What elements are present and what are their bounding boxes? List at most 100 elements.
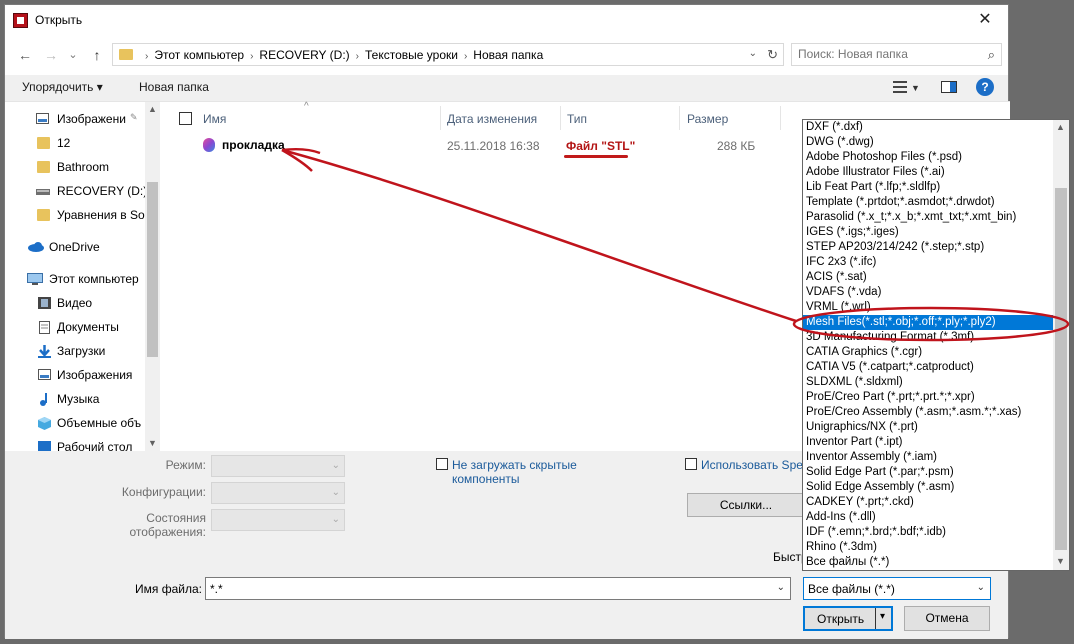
breadcrumb-item[interactable]: Этот компьютер xyxy=(154,48,244,62)
file-type-option[interactable]: Mesh Files(*.stl;*.obj;*.off;*.ply;*.ply… xyxy=(803,315,1053,330)
scrollbar-thumb[interactable] xyxy=(1055,188,1067,550)
references-button[interactable]: Ссылки... xyxy=(687,493,805,517)
sidebar-item-label: Уравнения в Sol xyxy=(57,208,148,222)
file-type-option[interactable]: Inventor Part (*.ipt) xyxy=(803,435,1053,450)
file-type-option[interactable]: CATIA Graphics (*.cgr) xyxy=(803,345,1053,360)
file-type-option[interactable]: Adobe Photoshop Files (*.psd) xyxy=(803,150,1053,165)
sidebar-item-12[interactable]: 12 xyxy=(5,132,145,154)
use-speedpak-option[interactable]: Использовать Spec xyxy=(685,458,805,472)
search-input[interactable] xyxy=(798,47,978,61)
sort-ascending-icon: ^ xyxy=(304,101,309,112)
chevron-down-icon[interactable]: ⌄ xyxy=(777,582,785,593)
file-type-option[interactable]: ProE/Creo Part (*.prt;*.prt.*;*.xpr) xyxy=(803,390,1053,405)
file-type-option[interactable]: Template (*.prtdot;*.asmdot;*.drwdot) xyxy=(803,195,1053,210)
open-options-dropdown-icon[interactable]: ▾ xyxy=(880,611,885,622)
column-header-type[interactable]: Тип xyxy=(567,112,587,126)
scroll-down-icon[interactable]: ▼ xyxy=(148,438,157,448)
column-divider[interactable] xyxy=(440,106,441,130)
file-type-option[interactable]: ACIS (*.sat) xyxy=(803,270,1053,285)
configurations-label: Конфигурации: xyxy=(121,485,206,499)
scroll-up-icon[interactable]: ▲ xyxy=(1056,122,1065,132)
file-type-option[interactable]: CADKEY (*.prt;*.ckd) xyxy=(803,495,1053,510)
scroll-down-icon[interactable]: ▼ xyxy=(1056,556,1065,566)
help-icon[interactable]: ? xyxy=(976,78,994,96)
sidebar-item-onedrive[interactable]: OneDrive xyxy=(5,236,145,258)
chevron-down-icon[interactable]: ⌄ xyxy=(977,582,985,593)
up-arrow-icon[interactable]: ↑ xyxy=(87,45,107,65)
sidebar-scrollbar[interactable]: ▲ ▼ xyxy=(145,102,160,451)
no-hidden-components-checkbox[interactable] xyxy=(436,458,448,470)
column-divider[interactable] xyxy=(679,106,680,130)
file-type-option[interactable]: VRML (*.wrl) xyxy=(803,300,1053,315)
file-type-option[interactable]: CATIA V5 (*.catpart;*.catproduct) xyxy=(803,360,1053,375)
refresh-icon[interactable]: ↻ xyxy=(767,47,778,63)
open-button[interactable]: Открыть ▾ xyxy=(803,606,893,631)
filename-field[interactable]: *.* ⌄ xyxy=(205,577,791,600)
new-folder-button[interactable]: Новая папка xyxy=(139,80,209,94)
file-type-option[interactable]: 3D Manufacturing Format (*.3mf) xyxy=(803,330,1053,345)
dropdown-scrollbar[interactable]: ▲ ▼ xyxy=(1053,120,1069,570)
file-type-option[interactable]: Solid Edge Assembly (*.asm) xyxy=(803,480,1053,495)
sidebar-item-downloads[interactable]: Загрузки xyxy=(5,340,145,362)
sidebar-item-pictures-pinned[interactable]: Изображени ✎ xyxy=(5,108,145,130)
file-type-option[interactable]: Add-Ins (*.dll) xyxy=(803,510,1053,525)
recent-locations-dropdown-icon[interactable]: ⌄ xyxy=(63,45,83,65)
cancel-button[interactable]: Отмена xyxy=(904,606,990,631)
sidebar-item-music[interactable]: Музыка xyxy=(5,388,145,410)
column-divider[interactable] xyxy=(560,106,561,130)
no-hidden-components-option[interactable]: Не загружать скрытые компоненты xyxy=(436,458,596,486)
sidebar-item-pictures[interactable]: Изображения xyxy=(5,364,145,386)
file-type-option[interactable]: IFC 2x3 (*.ifc) xyxy=(803,255,1053,270)
search-icon[interactable]: ⌕ xyxy=(988,47,995,63)
change-view-icon[interactable] xyxy=(893,81,907,93)
breadcrumb-item[interactable]: Новая папка xyxy=(473,48,543,62)
select-all-checkbox[interactable] xyxy=(179,112,192,125)
sidebar-item-this-pc[interactable]: Этот компьютер xyxy=(5,268,145,290)
address-bar[interactable]: › Этот компьютер › RECOVERY (D:) › Текстовые … xyxy=(112,43,784,66)
use-speedpak-checkbox[interactable] xyxy=(685,458,697,470)
sidebar-item-desktop[interactable]: Рабочий стол xyxy=(5,436,145,451)
sidebar-item-video[interactable]: Видео xyxy=(5,292,145,314)
file-type-option[interactable]: IDF (*.emn;*.brd;*.bdf;*.idb) xyxy=(803,525,1053,540)
file-type-option[interactable]: VDAFS (*.vda) xyxy=(803,285,1053,300)
file-type-option[interactable]: SLDXML (*.sldxml) xyxy=(803,375,1053,390)
sidebar-item-3d-objects[interactable]: Объемные объ xyxy=(5,412,145,434)
file-type-option[interactable]: Rhino (*.3dm) xyxy=(803,540,1053,555)
scroll-up-icon[interactable]: ▲ xyxy=(148,104,157,114)
file-name[interactable]: прокладка xyxy=(222,138,285,152)
file-type-option[interactable]: Adobe Illustrator Files (*.ai) xyxy=(803,165,1053,180)
file-type-option[interactable]: Все файлы (*.*) xyxy=(803,555,1053,570)
breadcrumb-item[interactable]: Текстовые уроки xyxy=(365,48,458,62)
back-arrow-icon[interactable]: ← xyxy=(15,45,35,65)
forward-arrow-icon[interactable]: → xyxy=(41,45,61,65)
column-header-name[interactable]: Имя xyxy=(203,112,226,126)
file-row[interactable]: прокладка 25.11.2018 16:38 Файл "STL" 28… xyxy=(160,134,800,158)
organize-menu-button[interactable]: Упорядочить ▾ xyxy=(22,80,103,94)
file-type-option[interactable]: DXF (*.dxf) xyxy=(803,120,1053,135)
file-type-option[interactable]: IGES (*.igs;*.iges) xyxy=(803,225,1053,240)
column-header-size[interactable]: Размер xyxy=(687,112,728,126)
sidebar-item-equations[interactable]: Уравнения в Sol xyxy=(5,204,148,226)
column-divider[interactable] xyxy=(780,106,781,130)
file-type-option[interactable]: Unigraphics/NX (*.prt) xyxy=(803,420,1053,435)
column-header-date[interactable]: Дата изменения xyxy=(447,112,537,126)
scrollbar-thumb[interactable] xyxy=(147,182,158,357)
file-type-option[interactable]: Inventor Assembly (*.iam) xyxy=(803,450,1053,465)
view-options-dropdown-icon[interactable]: ▼ xyxy=(911,83,920,93)
file-type-option[interactable]: STEP AP203/214/242 (*.step;*.stp) xyxy=(803,240,1053,255)
preview-pane-icon[interactable] xyxy=(941,81,957,93)
file-type-option[interactable]: Solid Edge Part (*.par;*.psm) xyxy=(803,465,1053,480)
sidebar-item-documents[interactable]: Документы xyxy=(5,316,145,338)
sidebar-item-label: Документы xyxy=(57,320,119,334)
address-dropdown-icon[interactable]: ⌄ xyxy=(749,48,757,59)
close-button[interactable]: ✕ xyxy=(962,5,1008,35)
display-states-combo: ⌄ xyxy=(211,509,345,531)
file-type-option[interactable]: Parasolid (*.x_t;*.x_b;*.xmt_txt;*.xmt_b… xyxy=(803,210,1053,225)
file-type-option[interactable]: DWG (*.dwg) xyxy=(803,135,1053,150)
sidebar-item-bathroom[interactable]: Bathroom xyxy=(5,156,145,178)
file-type-option[interactable]: ProE/Creo Assembly (*.asm;*.asm.*;*.xas) xyxy=(803,405,1053,420)
sidebar-item-recovery-drive[interactable]: RECOVERY (D:) xyxy=(5,180,147,202)
breadcrumb-item[interactable]: RECOVERY (D:) xyxy=(259,48,349,62)
file-type-option[interactable]: Lib Feat Part (*.lfp;*.sldlfp) xyxy=(803,180,1053,195)
file-type-combo[interactable]: Все файлы (*.*) ⌄ xyxy=(803,577,991,600)
